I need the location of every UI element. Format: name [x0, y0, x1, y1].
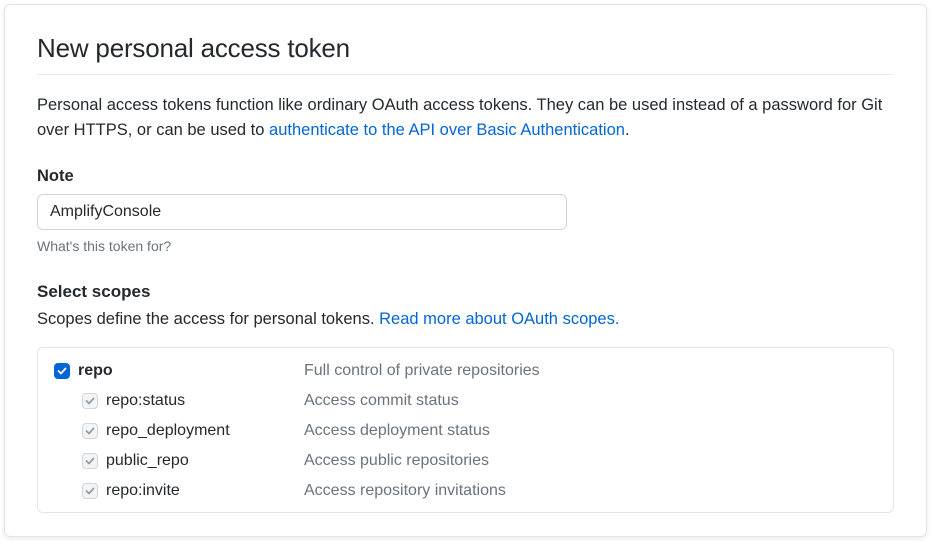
- scope-desc: Access public repositories: [304, 452, 489, 470]
- check-icon: [85, 426, 95, 436]
- check-icon: [85, 456, 95, 466]
- token-form-card: New personal access token Personal acces…: [4, 4, 927, 537]
- scope-name: repo_deployment: [106, 422, 230, 440]
- intro-after: .: [625, 121, 630, 139]
- scope-row-public-repo: public_repo Access public repositories: [54, 452, 877, 470]
- scope-row-repo-status: repo:status Access commit status: [54, 392, 877, 410]
- scope-box: repo Full control of private repositorie…: [37, 347, 894, 513]
- scope-name: repo:status: [106, 392, 185, 410]
- scope-row-repo-invite: repo:invite Access repository invitation…: [54, 482, 877, 500]
- checkbox-repo-deployment[interactable]: [82, 423, 98, 439]
- checkbox-public-repo[interactable]: [82, 453, 98, 469]
- scopes-desc: Scopes define the access for personal to…: [37, 310, 894, 329]
- intro-link[interactable]: authenticate to the API over Basic Authe…: [269, 121, 625, 139]
- check-icon: [57, 366, 67, 376]
- note-help: What's this token for?: [37, 238, 894, 254]
- note-label: Note: [37, 167, 894, 186]
- check-icon: [85, 396, 95, 406]
- checkbox-repo-status[interactable]: [82, 393, 98, 409]
- scope-desc: Access commit status: [304, 392, 459, 410]
- checkbox-repo-invite[interactable]: [82, 483, 98, 499]
- scope-row-repo-deployment: repo_deployment Access deployment status: [54, 422, 877, 440]
- note-input[interactable]: [37, 194, 567, 230]
- scope-name: public_repo: [106, 452, 189, 470]
- checkbox-repo[interactable]: [54, 363, 70, 379]
- scope-desc: Full control of private repositories: [304, 362, 540, 380]
- scope-desc: Access repository invitations: [304, 482, 506, 500]
- scope-row-repo: repo Full control of private repositorie…: [54, 362, 877, 380]
- page-title: New personal access token: [37, 33, 894, 75]
- scope-desc: Access deployment status: [304, 422, 490, 440]
- intro-text: Personal access tokens function like ord…: [37, 93, 894, 143]
- scopes-link[interactable]: Read more about OAuth scopes.: [379, 310, 619, 328]
- scope-name: repo: [78, 362, 113, 380]
- check-icon: [85, 486, 95, 496]
- scopes-title: Select scopes: [37, 282, 894, 302]
- scope-name: repo:invite: [106, 482, 180, 500]
- scopes-desc-before: Scopes define the access for personal to…: [37, 310, 379, 328]
